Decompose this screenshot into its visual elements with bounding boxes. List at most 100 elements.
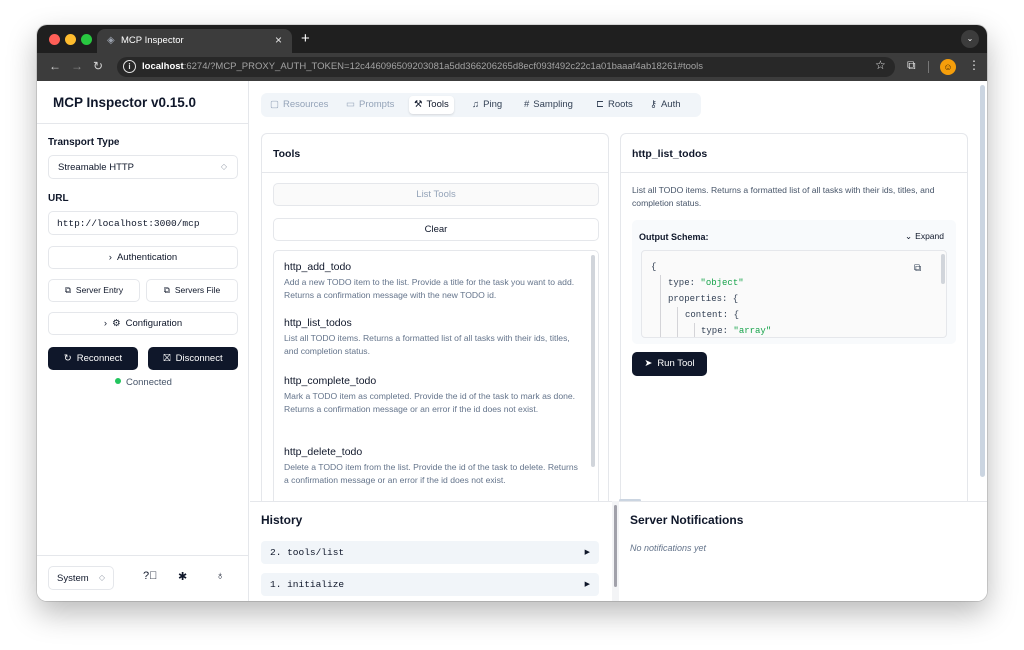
configuration-label: Configuration	[125, 318, 183, 329]
url-text: localhost:6274/?MCP_PROXY_AUTH_TOKEN=12c…	[142, 61, 704, 72]
help-icon[interactable]: ?⃝	[143, 570, 157, 582]
resources-icon: ▢	[270, 99, 279, 110]
output-schema-panel: Output Schema: ⌄ Expand { type: "object" …	[632, 220, 956, 344]
new-tab-button[interactable]: +	[301, 30, 310, 47]
forward-icon[interactable]: →	[71, 59, 83, 73]
indent-guide	[694, 323, 695, 337]
server-entry-label: Server Entry	[75, 285, 124, 295]
address-bar[interactable]: i localhost:6274/?MCP_PROXY_AUTH_TOKEN=1…	[117, 57, 895, 77]
reload-icon[interactable]: ↻	[93, 59, 103, 73]
toolbar-divider	[928, 61, 929, 73]
tools-card: Tools List Tools Clear http_add_todo Add…	[261, 133, 609, 523]
theme-value: System	[57, 573, 89, 584]
bookmark-star-icon[interactable]: ☆	[875, 58, 886, 72]
tool-name: http_complete_todo	[284, 375, 377, 387]
copy-icon[interactable]: ⧉	[914, 263, 921, 275]
servers-file-button[interactable]: ⧉ Servers File	[146, 279, 238, 302]
code-line: properties: {	[668, 294, 739, 304]
status-dot	[115, 378, 121, 384]
list-tools-button[interactable]: List Tools	[273, 183, 599, 206]
bottom-panel: History 2. tools/list ▶ 1. initialize ▶ …	[250, 501, 987, 601]
reconnect-button[interactable]: ↻ Reconnect	[48, 347, 138, 370]
send-icon: ➤	[644, 358, 653, 369]
tab-strip: ◈ MCP Inspector × + ⌄	[37, 25, 987, 53]
history-item-label: 1. initialize	[270, 579, 345, 590]
copy-icon: ⧉	[163, 285, 170, 295]
app-title: MCP Inspector v0.15.0	[53, 95, 197, 110]
tab-roots[interactable]: ⊏ Roots	[591, 96, 638, 114]
url-label: URL	[48, 193, 69, 204]
history-title: History	[261, 513, 303, 527]
expand-arrow-icon: ▶	[584, 581, 590, 588]
list-item[interactable]: http_delete_todo Delete a TODO item from…	[284, 446, 580, 487]
chevron-right-icon: ›	[108, 252, 112, 263]
list-item[interactable]: http_list_todos List all TODO items. Ret…	[284, 317, 580, 358]
tab-prompts[interactable]: ▭ Prompts	[341, 96, 399, 114]
tab-title: MCP Inspector	[121, 35, 184, 46]
history-item[interactable]: 1. initialize ▶	[261, 573, 599, 596]
tab-close-icon[interactable]: ×	[275, 33, 282, 47]
main-scrollbar[interactable]	[980, 85, 985, 477]
reconnect-label: Reconnect	[76, 353, 123, 364]
server-entry-button[interactable]: ⧉ Server Entry	[48, 279, 140, 302]
tool-description: Add a new TODO item to the list. Provide…	[284, 277, 575, 300]
tool-list: http_add_todo Add a new TODO item to the…	[273, 250, 599, 512]
pane-divider-handle[interactable]	[614, 505, 617, 587]
extensions-icon[interactable]: ⧉	[907, 58, 916, 73]
list-item[interactable]: http_add_todo Add a new TODO item to the…	[284, 261, 580, 302]
tab-resources[interactable]: ▢ Resources	[265, 96, 333, 114]
bell-icon: ♫	[472, 99, 480, 110]
expand-arrow-icon: ▶	[584, 549, 590, 556]
tab-tools[interactable]: ⚒ Tools	[409, 96, 454, 114]
tab-auth[interactable]: ⚷ Auth	[645, 96, 686, 114]
tools-card-title: Tools	[273, 148, 301, 160]
history-item[interactable]: 2. tools/list ▶	[261, 541, 599, 564]
tool-detail-description: List all TODO items. Returns a formatted…	[632, 185, 935, 208]
tools-icon: ⚒	[414, 99, 423, 110]
tool-description: Mark a TODO item as completed. Provide t…	[284, 391, 576, 414]
status-text: Connected	[126, 377, 172, 388]
tab-search-icon[interactable]: ⌄	[961, 30, 979, 48]
bug-icon[interactable]: ✱	[178, 570, 187, 583]
browser-menu-icon[interactable]: ⋮	[968, 58, 980, 72]
chevron-down-icon: ⌄	[905, 231, 913, 241]
clear-button[interactable]: Clear	[273, 218, 599, 241]
notifications-empty-text: No notifications yet	[630, 543, 707, 553]
tab-ping[interactable]: ♫ Ping	[467, 96, 507, 114]
profile-avatar-icon[interactable]: ☺	[940, 59, 956, 75]
expand-button[interactable]: ⌄ Expand	[905, 231, 944, 242]
minimize-window-button[interactable]	[65, 34, 76, 45]
browser-toolbar: ← → ↻ i localhost:6274/?MCP_PROXY_AUTH_T…	[37, 53, 987, 81]
sidebar: MCP Inspector v0.15.0 Transport Type Str…	[37, 81, 249, 601]
close-window-button[interactable]	[49, 34, 60, 45]
folder-tree-icon: ⊏	[596, 99, 604, 110]
hash-icon: #	[524, 99, 530, 110]
copy-icon: ⧉	[64, 285, 71, 295]
github-icon[interactable]: ♁	[216, 570, 224, 582]
code-scrollbar[interactable]	[941, 254, 945, 284]
code-line: {	[651, 262, 657, 272]
tool-name: http_add_todo	[284, 261, 352, 273]
authentication-button[interactable]: › Authentication	[48, 246, 238, 269]
tab-bar: ▢ Resources ▭ Prompts ⚒ Tools ♫ Ping # Sampli…	[261, 93, 701, 117]
site-info-icon[interactable]: i	[123, 60, 136, 73]
tool-name: http_list_todos	[284, 317, 352, 329]
maximize-window-button[interactable]	[81, 34, 92, 45]
configuration-button[interactable]: › ⚙ Configuration	[48, 312, 238, 335]
url-input[interactable]: http://localhost:3000/mcp	[48, 211, 238, 235]
select-caret-icon: ◇	[98, 573, 105, 582]
history-item-label: 2. tools/list	[270, 547, 345, 558]
list-item[interactable]: http_complete_todo Mark a TODO item as c…	[284, 375, 580, 416]
back-icon[interactable]: ←	[49, 59, 61, 73]
tab-sampling[interactable]: # Sampling	[519, 96, 578, 114]
disconnect-button[interactable]: ⛝ Disconnect	[148, 347, 238, 370]
tool-list-scrollbar[interactable]	[591, 255, 595, 467]
favicon-icon: ◈	[107, 35, 115, 46]
browser-tab[interactable]: ◈ MCP Inspector ×	[97, 29, 292, 53]
transport-type-select[interactable]: Streamable HTTP ◇	[48, 155, 238, 179]
main-content: ▢ Resources ▭ Prompts ⚒ Tools ♫ Ping # Sampli…	[250, 81, 987, 601]
theme-select[interactable]: System ◇	[48, 566, 114, 590]
transport-type-value: Streamable HTTP	[58, 162, 135, 173]
run-tool-button[interactable]: ➤ Run Tool	[632, 352, 707, 376]
server-notifications-title: Server Notifications	[630, 513, 744, 527]
